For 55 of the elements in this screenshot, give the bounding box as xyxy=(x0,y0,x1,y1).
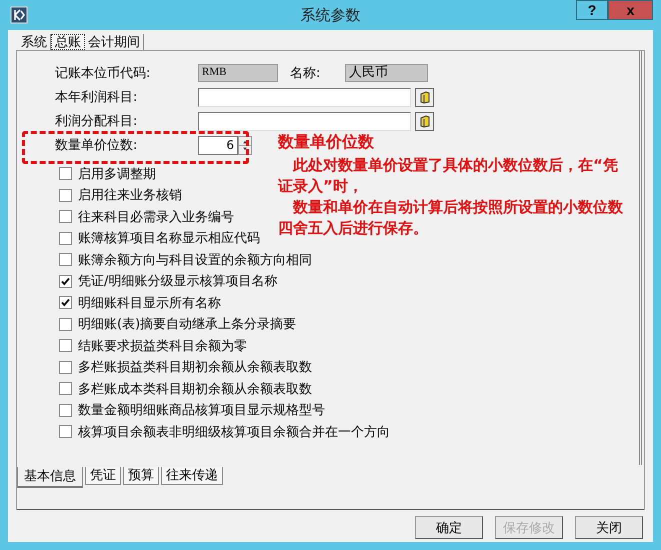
checkbox[interactable] xyxy=(59,360,72,374)
checkbox[interactable] xyxy=(59,339,72,352)
checkbox[interactable] xyxy=(59,274,72,288)
checkbox[interactable] xyxy=(59,232,72,245)
dialog-button[interactable]: 确定 xyxy=(415,516,483,539)
annotation-text: 数量和单价在自动计算后将按照所设置的小数位数四舍五入后进行保存。 xyxy=(278,197,624,239)
currency-name-field: 人民币 xyxy=(345,64,428,82)
tab[interactable]: 往来传递 xyxy=(161,467,223,485)
tab[interactable]: 凭证 xyxy=(85,467,121,485)
browse-button[interactable] xyxy=(415,112,434,130)
checkbox[interactable] xyxy=(59,296,72,310)
checkbox[interactable] xyxy=(59,167,72,180)
app-logo-icon xyxy=(10,6,28,24)
window-title: 系统参数 xyxy=(300,6,360,24)
checkbox[interactable] xyxy=(59,404,72,417)
checkbox-label: 明细账(表)摘要自动继承上条分录摘要 xyxy=(78,316,296,334)
help-button[interactable]: ? xyxy=(576,0,608,20)
field-label: 本年利润科目: xyxy=(55,89,138,106)
checkbox-label: 启用多调整期 xyxy=(78,166,156,183)
checkbox-label: 多栏账成本类科目期初余额从余额表取数 xyxy=(78,380,312,398)
checkbox[interactable] xyxy=(59,382,72,396)
tab[interactable]: 预算 xyxy=(123,467,159,485)
checkbox[interactable] xyxy=(59,188,72,202)
checkbox[interactable] xyxy=(59,318,72,331)
checkbox-label: 凭证/明细账分级显示核算项目名称 xyxy=(78,273,278,290)
input-field[interactable] xyxy=(198,112,411,130)
tab[interactable]: 基本信息 xyxy=(17,467,83,488)
checkbox-label: 账簿核算项目名称显示相应代码 xyxy=(78,230,260,248)
browse-button[interactable] xyxy=(415,88,434,106)
checkbox[interactable] xyxy=(59,253,72,266)
book-icon xyxy=(418,114,430,128)
checkbox-label: 明细账科目显示所有名称 xyxy=(78,294,221,312)
checkbox-label: 结账要求损益类科目余额为零 xyxy=(78,338,247,355)
checkbox-label: 启用往来业务核销 xyxy=(78,187,182,204)
close-button[interactable]: x xyxy=(608,0,653,20)
book-icon xyxy=(418,90,430,104)
checkbox-label: 数量金额明细账商品核算项目显示规格型号 xyxy=(78,402,325,420)
checkbox[interactable] xyxy=(59,425,72,438)
checkbox[interactable] xyxy=(59,210,72,224)
field-label: 利润分配科目: xyxy=(55,113,138,130)
field-label: 记账本位币代码: xyxy=(55,65,152,82)
spin-field[interactable]: 6 xyxy=(198,136,238,154)
field-label: 数量单价位数: xyxy=(55,137,138,154)
tab[interactable]: 总账 xyxy=(51,34,85,50)
dialog-button[interactable]: 关闭 xyxy=(575,516,643,539)
checkbox-label: 往来科目必需录入业务编号 xyxy=(78,208,234,226)
checkbox-label: 核算项目余额表非明细级核算项目余额合并在一个方向 xyxy=(78,424,390,441)
field-label: 名称: xyxy=(290,65,322,82)
tab[interactable]: 会计期间 xyxy=(85,34,144,50)
checkbox-label: 账簿余额方向与科目设置的余额方向相同 xyxy=(78,252,312,269)
checkbox-label: 多栏账损益类科目期初余额从余额表取数 xyxy=(78,359,312,376)
currency-code-field: RMB xyxy=(198,64,278,82)
annotation-title: 数量单价位数 xyxy=(278,132,375,153)
input-field[interactable] xyxy=(198,88,411,106)
annotation-text: 此处对数量单价设置了具体的小数位数后，在“凭证录入”时， xyxy=(278,155,619,197)
